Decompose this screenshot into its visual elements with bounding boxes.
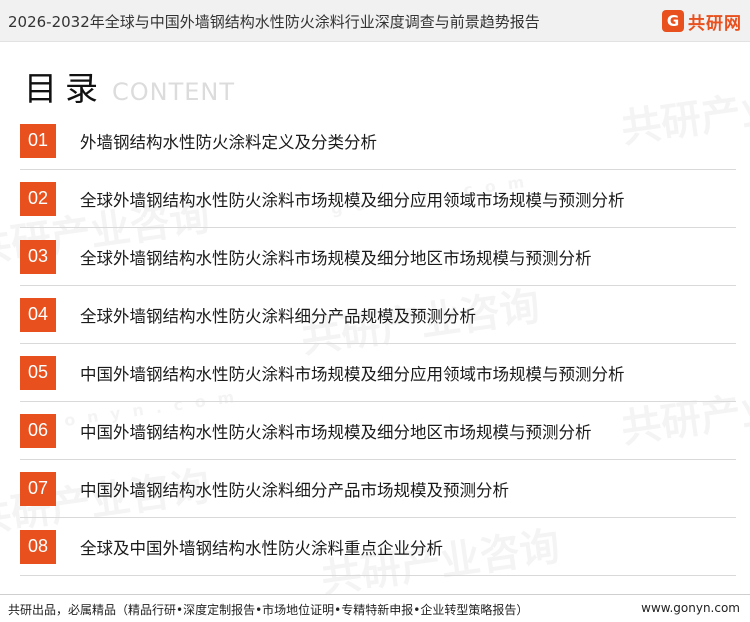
toc-item-label: 全球及中国外墙钢结构水性防火涂料重点企业分析 bbox=[80, 538, 443, 558]
logo[interactable]: G 共研网 bbox=[662, 8, 742, 34]
toc-list: 01 外墙钢结构水性防火涂料定义及分类分析 02 全球外墙钢结构水性防火涂料市场… bbox=[20, 112, 736, 576]
toc-item[interactable]: 01 外墙钢结构水性防火涂料定义及分类分析 bbox=[20, 112, 736, 170]
toc-item-label: 中国外墙钢结构水性防火涂料市场规模及细分地区市场规模与预测分析 bbox=[80, 422, 592, 442]
report-title: 2026-2032年全球与中国外墙钢结构水性防火涂料行业深度调查与前景趋势报告 bbox=[8, 13, 540, 31]
toc-item-label: 全球外墙钢结构水性防火涂料细分产品规模及预测分析 bbox=[80, 306, 476, 326]
toc-item-label: 全球外墙钢结构水性防火涂料市场规模及细分应用领域市场规模与预测分析 bbox=[80, 190, 625, 210]
footer-slogan: 共研出品，必属精品（精品行研•深度定制报告•市场地位证明•专精特新申报•企业转型… bbox=[8, 603, 529, 617]
toc-item[interactable]: 04 全球外墙钢结构水性防火涂料细分产品规模及预测分析 bbox=[20, 286, 736, 344]
toc-item[interactable]: 05 中国外墙钢结构水性防火涂料市场规模及细分应用领域市场规模与预测分析 bbox=[20, 344, 736, 402]
toc-item[interactable]: 07 中国外墙钢结构水性防火涂料细分产品市场规模及预测分析 bbox=[20, 460, 736, 518]
toc-item-label: 中国外墙钢结构水性防火涂料市场规模及细分应用领域市场规模与预测分析 bbox=[80, 364, 625, 384]
toc-item-number: 02 bbox=[20, 181, 56, 216]
toc-title: 目录 bbox=[24, 69, 106, 108]
toc-item-number: 05 bbox=[20, 355, 56, 390]
toc-item[interactable]: 06 中国外墙钢结构水性防火涂料市场规模及细分地区市场规模与预测分析 bbox=[20, 402, 736, 460]
toc-subtitle: CONTENT bbox=[112, 78, 236, 106]
toc-item-number: 07 bbox=[20, 471, 56, 506]
toc-item[interactable]: 03 全球外墙钢结构水性防火涂料市场规模及细分地区市场规模与预测分析 bbox=[20, 228, 736, 286]
toc-heading: 目录 CONTENT bbox=[24, 62, 235, 110]
toc-item-number: 08 bbox=[20, 529, 56, 564]
toc-item-label: 外墙钢结构水性防火涂料定义及分类分析 bbox=[80, 132, 377, 152]
toc-item-number: 06 bbox=[20, 413, 56, 448]
toc-item[interactable]: 08 全球及中国外墙钢结构水性防火涂料重点企业分析 bbox=[20, 518, 736, 576]
toc-item-number: 03 bbox=[20, 239, 56, 274]
footer-url-link[interactable]: www.gonyn.com bbox=[641, 601, 740, 615]
toc-item-label: 全球外墙钢结构水性防火涂料市场规模及细分地区市场规模与预测分析 bbox=[80, 248, 592, 268]
logo-icon: G bbox=[662, 10, 684, 32]
toc-item[interactable]: 02 全球外墙钢结构水性防火涂料市场规模及细分应用领域市场规模与预测分析 bbox=[20, 170, 736, 228]
toc-item-number: 04 bbox=[20, 297, 56, 332]
toc-item-label: 中国外墙钢结构水性防火涂料细分产品市场规模及预测分析 bbox=[80, 480, 509, 500]
footer-bar: 共研出品，必属精品（精品行研•深度定制报告•市场地位证明•专精特新申报•企业转型… bbox=[0, 594, 750, 622]
header-bar: 2026-2032年全球与中国外墙钢结构水性防火涂料行业深度调查与前景趋势报告 … bbox=[0, 0, 750, 42]
logo-text: 共研网 bbox=[688, 13, 742, 34]
toc-item-number: 01 bbox=[20, 123, 56, 158]
